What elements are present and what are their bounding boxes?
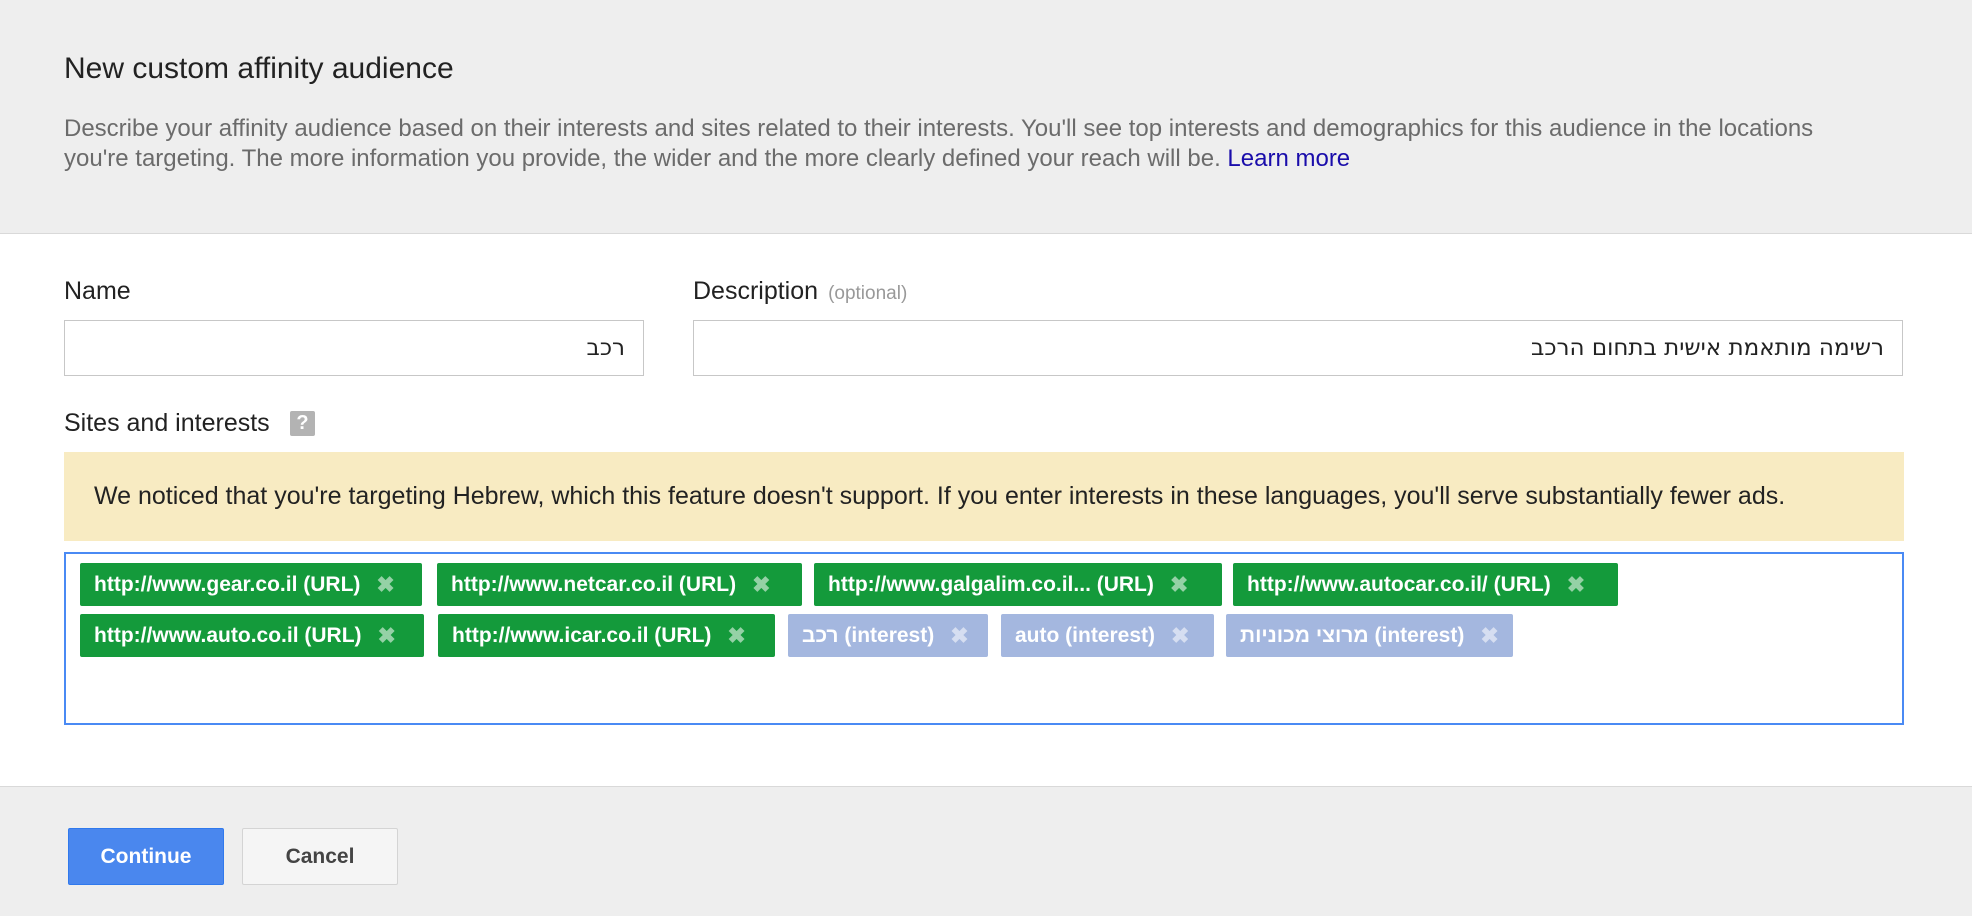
remove-tag-icon[interactable]: ✖ xyxy=(1171,623,1189,649)
tag-label: http://www.netcar.co.il (URL) xyxy=(451,572,737,596)
tag-chip: http://www.gear.co.il (URL) ✖ xyxy=(80,563,422,606)
tag-label: http://www.galgalim.co.il... (URL) xyxy=(828,572,1154,596)
remove-tag-icon[interactable]: ✖ xyxy=(1480,623,1498,649)
remove-tag-icon[interactable]: ✖ xyxy=(752,572,770,598)
tag-label: auto (interest) xyxy=(1015,623,1156,647)
remove-tag-icon[interactable]: ✖ xyxy=(378,623,396,649)
description-label-text: Description xyxy=(693,277,819,305)
remove-tag-icon[interactable]: ✖ xyxy=(727,623,745,649)
tag-label: רכב (interest) xyxy=(802,623,935,647)
tag-chip: http://www.netcar.co.il (URL) ✖ xyxy=(437,563,802,606)
help-icon[interactable]: ? xyxy=(290,411,315,436)
tag-chip: http://www.autocar.co.il/ (URL) ✖ xyxy=(1233,563,1618,606)
tag-label: מרוצי מכוניות (interest) xyxy=(1240,623,1465,647)
tag-chip: http://www.icar.co.il (URL) ✖ xyxy=(438,614,775,657)
description-field[interactable]: רשימה מותאמת אישית בתחום הרכב xyxy=(693,320,1903,376)
tag-chip: רכב (interest) ✖ xyxy=(788,614,988,657)
tag-label: http://www.auto.co.il (URL) xyxy=(94,623,362,647)
page-description: Describe your affinity audience based on… xyxy=(64,114,1864,174)
cancel-button[interactable]: Cancel xyxy=(242,828,398,885)
remove-tag-icon[interactable]: ✖ xyxy=(1567,572,1585,598)
continue-button[interactable]: Continue xyxy=(68,828,224,885)
tag-label: http://www.icar.co.il (URL) xyxy=(452,623,712,647)
remove-tag-icon[interactable]: ✖ xyxy=(376,572,394,598)
description-label: Description (optional) xyxy=(693,277,907,306)
sites-interests-input[interactable]: http://www.gear.co.il (URL) ✖ http://www… xyxy=(64,552,1904,725)
description-text: Describe your affinity audience based on… xyxy=(64,115,1814,172)
language-warning-banner: We noticed that you're targeting Hebrew,… xyxy=(64,452,1904,541)
warning-text: We noticed that you're targeting Hebrew,… xyxy=(94,482,1786,510)
dialog-header: New custom affinity audience Describe yo… xyxy=(0,0,1972,234)
tag-chip: מרוצי מכוניות (interest) ✖ xyxy=(1226,614,1513,657)
remove-tag-icon[interactable]: ✖ xyxy=(1170,572,1188,598)
optional-hint: (optional) xyxy=(828,283,908,304)
name-label: Name xyxy=(64,277,131,305)
tag-chip: http://www.galgalim.co.il... (URL) ✖ xyxy=(814,563,1222,606)
name-field[interactable]: רכב xyxy=(64,320,644,376)
tag-label: http://www.autocar.co.il/ (URL) xyxy=(1247,572,1551,596)
dialog-footer: Continue Cancel xyxy=(0,786,1972,916)
remove-tag-icon[interactable]: ✖ xyxy=(950,623,968,649)
tag-chip: http://www.auto.co.il (URL) ✖ xyxy=(80,614,424,657)
tag-chip: auto (interest) ✖ xyxy=(1001,614,1214,657)
learn-more-link[interactable]: Learn more xyxy=(1227,145,1350,172)
page-title: New custom affinity audience xyxy=(64,52,454,85)
tag-label: http://www.gear.co.il (URL) xyxy=(94,572,361,596)
sites-interests-label: Sites and interests xyxy=(64,409,270,437)
